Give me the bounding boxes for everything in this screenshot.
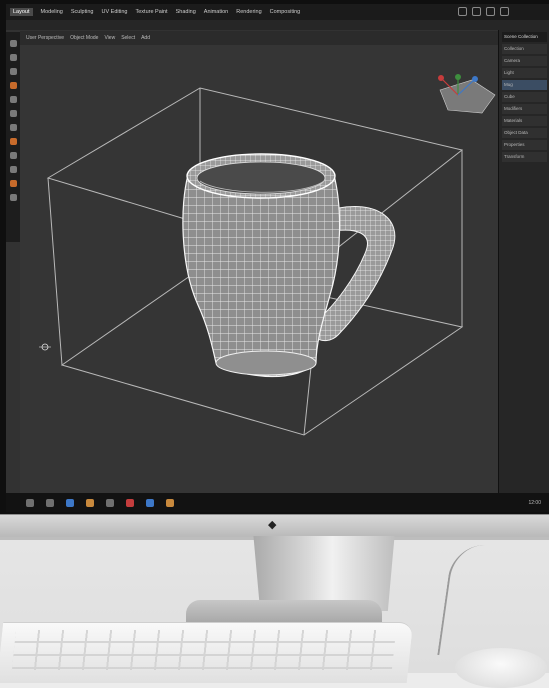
- taskbar-clock[interactable]: 12:00: [528, 500, 541, 506]
- store-icon[interactable]: [146, 498, 154, 507]
- measure-tool-icon[interactable]: [9, 138, 17, 145]
- outliner-row[interactable]: Light: [502, 68, 547, 78]
- cursor-tool-icon[interactable]: [9, 54, 17, 61]
- viewport-tab-4[interactable]: Add: [141, 35, 150, 41]
- brand-logo-icon: ◆: [268, 519, 277, 531]
- add-cube-icon[interactable]: [9, 152, 17, 159]
- monitor-chin: ◆: [0, 514, 549, 537]
- start-icon[interactable]: [26, 498, 34, 507]
- 3d-viewport[interactable]: [20, 45, 498, 493]
- outliner-row[interactable]: Transform: [502, 152, 547, 162]
- menu-item-8[interactable]: Compositing: [270, 9, 301, 15]
- 3d-cursor-icon: [39, 343, 51, 351]
- outliner-panel: Scene Collection Collection Camera Light…: [498, 30, 549, 493]
- move-tool-icon[interactable]: [9, 68, 17, 75]
- menu-item-0[interactable]: Layout: [10, 8, 33, 16]
- mouse: [455, 648, 547, 688]
- mug-mesh[interactable]: [182, 153, 396, 377]
- outliner-row-selected[interactable]: Mug: [502, 80, 547, 90]
- app-icon[interactable]: [126, 498, 134, 507]
- search-icon[interactable]: [46, 498, 54, 507]
- viewport-tab-1[interactable]: Object Mode: [70, 35, 98, 41]
- select-tool-icon[interactable]: [9, 40, 17, 47]
- navigation-gizmo[interactable]: [438, 74, 496, 114]
- outliner-row[interactable]: Cube: [502, 92, 547, 102]
- scale-tool-icon[interactable]: [9, 96, 17, 103]
- screen: Layout Modeling Sculpting UV Editing Tex…: [6, 4, 549, 512]
- viewport-header: User Perspective Object Mode View Select…: [20, 31, 500, 45]
- menu-item-7[interactable]: Rendering: [236, 9, 261, 15]
- outliner-row[interactable]: Materials: [502, 116, 547, 126]
- menu-item-4[interactable]: Texture Paint: [135, 9, 167, 15]
- menu-item-6[interactable]: Animation: [204, 9, 228, 15]
- annotate-tool-icon[interactable]: [9, 124, 17, 131]
- overlay-icon[interactable]: [472, 7, 481, 16]
- menu-item-5[interactable]: Shading: [176, 9, 196, 15]
- folder-icon[interactable]: [86, 498, 94, 507]
- blender-icon[interactable]: [166, 498, 174, 507]
- transform-tool-icon[interactable]: [9, 110, 17, 117]
- menu-item-2[interactable]: Sculpting: [71, 9, 94, 15]
- outliner-row[interactable]: Properties: [502, 140, 547, 150]
- outliner-row[interactable]: Camera: [502, 56, 547, 66]
- outliner-row[interactable]: Collection: [502, 44, 547, 54]
- secondary-toolbar: [6, 20, 549, 30]
- viewport-canvas[interactable]: [20, 45, 498, 493]
- browser-icon[interactable]: [66, 498, 74, 507]
- outliner-header: Scene Collection: [502, 32, 547, 42]
- knife-tool-icon[interactable]: [9, 194, 17, 201]
- shading-icon[interactable]: [486, 7, 495, 16]
- extrude-tool-icon[interactable]: [9, 166, 17, 173]
- rotate-tool-icon[interactable]: [9, 82, 17, 89]
- loop-cut-icon[interactable]: [9, 180, 17, 187]
- tool-shelf: [6, 32, 20, 242]
- keyboard-keys: [11, 630, 397, 670]
- view-icon[interactable]: [458, 7, 467, 16]
- viewport-tab-2[interactable]: View: [104, 35, 115, 41]
- render-icon[interactable]: [500, 7, 509, 16]
- window-controls: [458, 7, 509, 16]
- viewport-tab-0[interactable]: User Perspective: [26, 35, 64, 41]
- outliner-row[interactable]: Object Data: [502, 128, 547, 138]
- viewport-tab-3[interactable]: Select: [121, 35, 135, 41]
- taskbar: [6, 493, 549, 512]
- mail-icon[interactable]: [106, 498, 114, 507]
- menu-item-1[interactable]: Modeling: [41, 9, 63, 15]
- monitor: Layout Modeling Sculpting UV Editing Tex…: [0, 0, 549, 540]
- outliner-row[interactable]: Modifiers: [502, 104, 547, 114]
- menu-item-3[interactable]: UV Editing: [101, 9, 127, 15]
